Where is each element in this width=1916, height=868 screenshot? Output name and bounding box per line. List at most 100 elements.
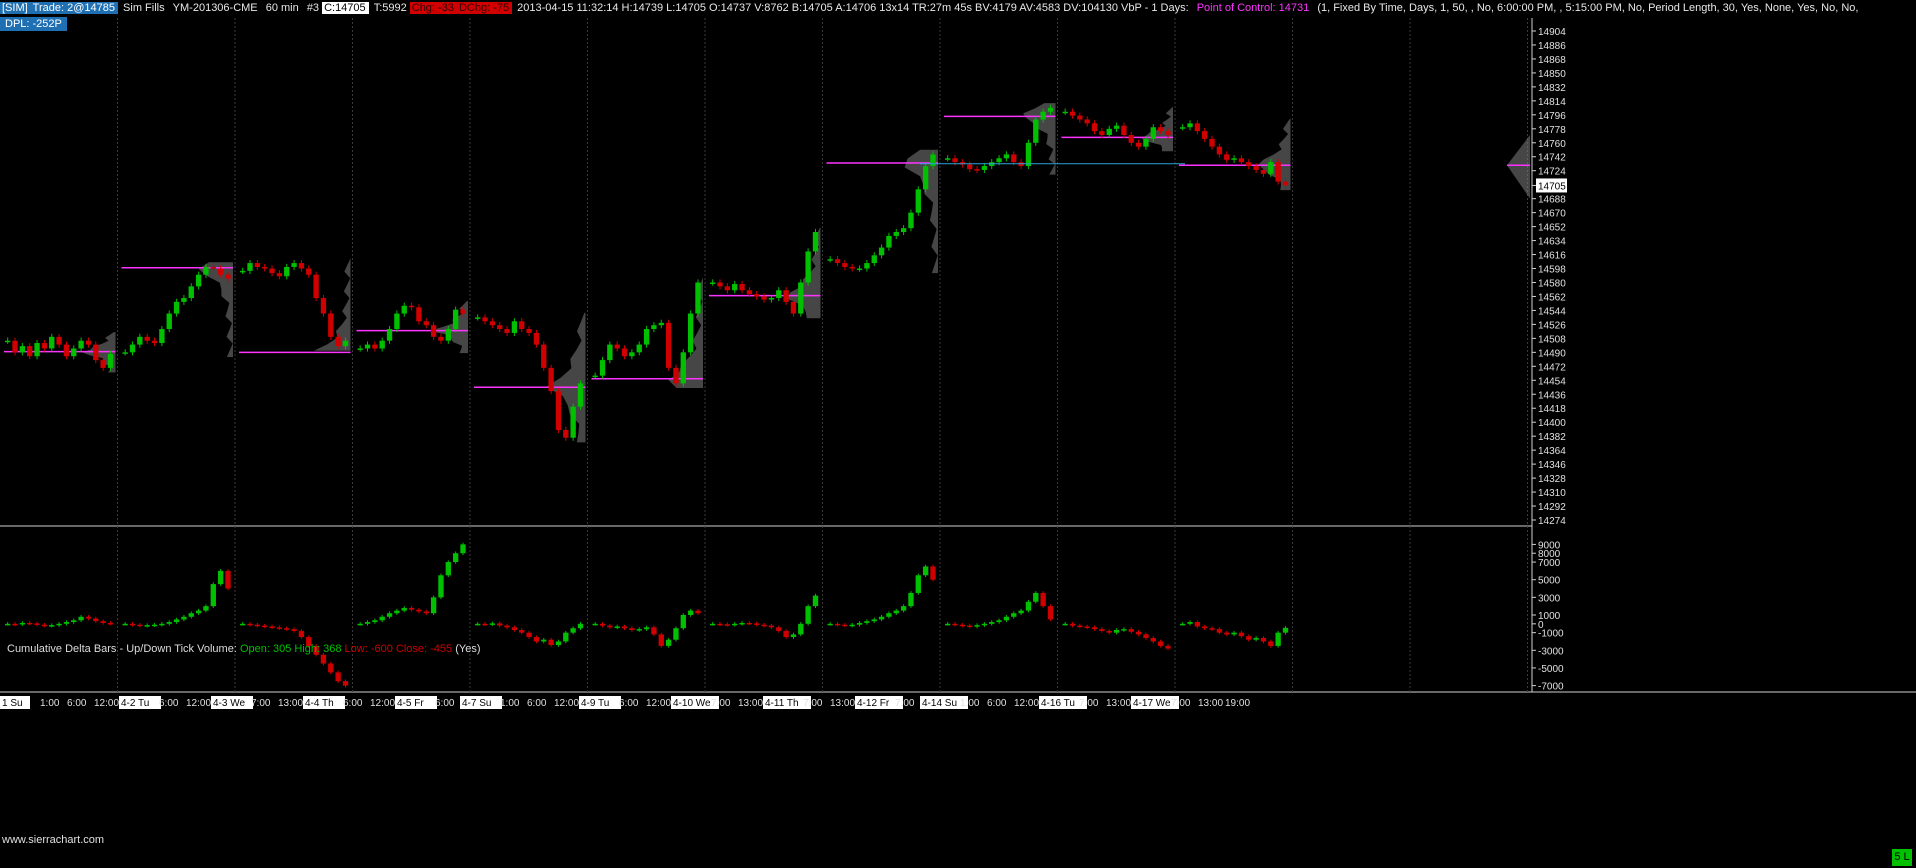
symbol-label: YM-201306-CME [172, 2, 258, 14]
time-label: 12:00 [186, 698, 211, 709]
candle-body [166, 313, 172, 330]
date-label: 4-9 Tu [581, 698, 609, 709]
candle-body [886, 235, 892, 248]
candle-body [842, 263, 848, 267]
time-label: 12:00 [646, 698, 671, 709]
candle-body [746, 290, 753, 295]
price-tick-label: 14814 [1538, 97, 1566, 108]
candle-body [981, 166, 988, 170]
delta-bar [19, 622, 26, 625]
candle-body [533, 332, 540, 345]
daily-change-label: DChg: -75 [456, 2, 513, 14]
delta-bar [1143, 634, 1149, 638]
delta-bar [592, 623, 598, 626]
delta-bar [401, 607, 407, 611]
delta-bar [1091, 627, 1098, 630]
delta-bar [100, 621, 106, 623]
delta-tick-label: -5000 [1538, 664, 1564, 675]
delta-bar [900, 606, 907, 611]
time-label: 6:00 [67, 698, 87, 709]
right-volume-profile [1507, 135, 1530, 199]
status-badge[interactable]: 5 L [1892, 849, 1912, 866]
delta-bar [1106, 630, 1112, 633]
delta-bar [864, 621, 870, 623]
candle-body [827, 259, 833, 261]
time-label: 13:00 [278, 698, 303, 709]
candle-body [1224, 154, 1230, 160]
candle-body [599, 360, 606, 376]
price-tick-label: 14670 [1538, 209, 1566, 220]
candle-body [687, 313, 694, 353]
candle-body [328, 313, 334, 337]
delta-low: Low: -600 [344, 643, 393, 655]
delta-bar [504, 625, 510, 628]
candle-body [1106, 128, 1112, 136]
delta-bar [1150, 637, 1156, 642]
candle-body [5, 340, 11, 343]
trade-label[interactable]: Trade: 2@14785 [30, 2, 118, 14]
candle-body [482, 317, 488, 322]
candle-body [1231, 158, 1237, 160]
candle-body [974, 169, 980, 171]
candle-body [269, 268, 275, 274]
delta-bar [1011, 613, 1017, 617]
candle-body [1165, 131, 1171, 136]
candle-body [732, 284, 738, 291]
delta-bar [871, 619, 877, 622]
delta-bar [489, 623, 496, 625]
delta-bar [159, 623, 165, 626]
candle-body [1062, 111, 1068, 114]
delta-bar [834, 623, 841, 626]
candle-body [460, 309, 466, 314]
watermark: www.sierrachart.com [2, 834, 105, 846]
candle-body [195, 274, 202, 287]
candle-body [1025, 142, 1032, 167]
delta-bar [717, 623, 723, 626]
delta-bar [320, 654, 327, 664]
candle-body [555, 391, 562, 430]
delta-bar [849, 624, 855, 627]
delta-bar [915, 575, 921, 593]
date-label: 4-5 Fr [397, 698, 424, 709]
candle-body [306, 268, 312, 275]
candle-body [247, 263, 253, 271]
candle-body [1121, 125, 1127, 136]
candle-body [893, 232, 899, 236]
candle-body [967, 164, 973, 170]
candle-body [856, 268, 863, 271]
time-label: 13:00 [1106, 698, 1131, 709]
delta-bar [548, 639, 554, 645]
delta-bar [129, 623, 136, 626]
price-tick-label: 14742 [1538, 153, 1566, 164]
candle-body [548, 367, 554, 392]
delta-bar [430, 597, 437, 614]
candle-body [1275, 162, 1281, 182]
candle-body [1128, 135, 1134, 143]
sim-mode-label[interactable]: [SIM] [0, 2, 31, 14]
candle-body [996, 158, 1002, 163]
delta-bar [673, 628, 679, 640]
candle-body [1260, 169, 1267, 174]
delta-bar [511, 627, 518, 630]
candle-body [651, 325, 657, 330]
time-label: 6:00 [619, 698, 639, 709]
candle-body [798, 282, 804, 314]
delta-bar [1099, 629, 1105, 631]
delta-bar [122, 623, 128, 626]
price-tick-label: 14328 [1538, 474, 1566, 485]
date-label: 4-7 Su [462, 698, 491, 709]
candle-body [364, 344, 371, 349]
delta-bar [1025, 601, 1032, 611]
dpl-label: DPL: -252P [0, 17, 67, 31]
chart-canvas[interactable]: 14904 14886 14868 14850 14832 14814 14796 14778… [0, 0, 1916, 868]
time-label: 6:00 [435, 698, 455, 709]
delta-bar [967, 625, 973, 628]
candle-body [680, 352, 686, 384]
candle-body [452, 309, 459, 330]
time-label: 1:00 [40, 698, 60, 709]
delta-bar [1040, 592, 1046, 607]
candle-body [19, 346, 26, 353]
candle-body [1194, 123, 1201, 132]
candle-body [783, 290, 789, 302]
delta-bar [298, 630, 305, 638]
